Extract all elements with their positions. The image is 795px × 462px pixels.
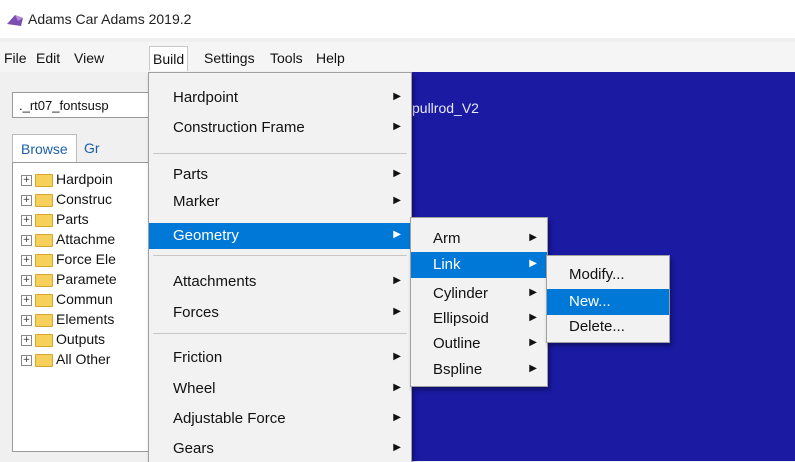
menu-bar: File Edit View Build Settings Tools Help [0, 42, 795, 72]
submenu-arrow-icon: ▶ [393, 168, 401, 179]
viewport-model-title: pullrod_V2 [412, 100, 479, 116]
geometry-item-cylinder[interactable]: Cylinder ▶ [411, 281, 547, 307]
expand-icon[interactable]: + [21, 174, 32, 186]
folder-icon [35, 173, 53, 187]
submenu-arrow-icon: ▶ [393, 351, 401, 362]
link-item-modify[interactable]: Modify... [547, 262, 669, 288]
geometry-item-arm[interactable]: Arm ▶ [411, 226, 547, 252]
expand-icon[interactable]: + [21, 354, 32, 366]
menu-separator [153, 255, 407, 256]
tree-item-parts[interactable]: + Parts [21, 211, 89, 231]
submenu-arrow-icon: ▶ [529, 258, 537, 269]
folder-icon [35, 193, 53, 207]
build-menu: Hardpoint ▶ Construction Frame ▶ Parts ▶ Ma… [148, 72, 412, 462]
build-menu-item-geometry[interactable]: Geometry ▶ [149, 223, 411, 249]
submenu-arrow-icon: ▶ [529, 363, 537, 374]
left-panel: ._rt07_fontsusp Browse Gr + Hardpoin + Con… [0, 72, 162, 461]
tree-item-parameters[interactable]: + Paramete [21, 271, 117, 291]
expand-icon[interactable]: + [21, 254, 32, 266]
expand-icon[interactable]: + [21, 314, 32, 326]
geometry-item-link[interactable]: Link ▶ [411, 252, 547, 278]
submenu-arrow-icon: ▶ [393, 91, 401, 102]
build-menu-item-adjustable-force[interactable]: Adjustable Force ▶ [149, 406, 411, 432]
folder-icon [35, 353, 53, 367]
tree-item-communicators[interactable]: + Commun [21, 291, 113, 311]
expand-icon[interactable]: + [21, 274, 32, 286]
submenu-arrow-icon: ▶ [393, 121, 401, 132]
submenu-arrow-icon: ▶ [529, 337, 537, 348]
tree-item-outputs[interactable]: + Outputs [21, 331, 105, 351]
folder-icon [35, 313, 53, 327]
menu-edit[interactable]: Edit [34, 50, 62, 66]
submenu-arrow-icon: ▶ [529, 287, 537, 298]
menu-separator [153, 333, 407, 334]
build-menu-item-marker[interactable]: Marker ▶ [149, 189, 411, 215]
menu-file[interactable]: File [2, 50, 29, 66]
build-menu-item-friction[interactable]: Friction ▶ [149, 345, 411, 371]
menu-separator [153, 153, 407, 154]
build-menu-item-forces[interactable]: Forces ▶ [149, 300, 411, 326]
submenu-arrow-icon: ▶ [393, 306, 401, 317]
browser-tabs: Browse Gr [12, 134, 162, 163]
window-title: Adams Car Adams 2019.2 [28, 11, 192, 27]
submenu-arrow-icon: ▶ [529, 312, 537, 323]
tab-browse[interactable]: Browse [12, 134, 77, 163]
tab-gr[interactable]: Gr [76, 134, 108, 162]
submenu-arrow-icon: ▶ [393, 382, 401, 393]
title-bar: Adams Car Adams 2019.2 [0, 0, 795, 38]
expand-icon[interactable]: + [21, 194, 32, 206]
tree-item-construction[interactable]: + Construc [21, 191, 112, 211]
menu-help[interactable]: Help [314, 50, 347, 66]
build-menu-item-gears[interactable]: Gears ▶ [149, 436, 411, 462]
model-name-field[interactable]: ._rt07_fontsusp [12, 92, 152, 118]
menu-view[interactable]: View [72, 50, 106, 66]
geometry-submenu: Arm ▶ Link ▶ Cylinder ▶ Ellipsoid ▶ Outline ▶… [410, 217, 548, 387]
link-item-new[interactable]: New... [547, 289, 669, 315]
model-tree: + Hardpoin + Construc + Parts + Attachme + Fo… [12, 162, 162, 452]
menu-tools[interactable]: Tools [268, 50, 305, 66]
tree-item-attachments[interactable]: + Attachme [21, 231, 115, 251]
build-menu-item-construction-frame[interactable]: Construction Frame ▶ [149, 115, 411, 141]
expand-icon[interactable]: + [21, 234, 32, 246]
submenu-arrow-icon: ▶ [529, 232, 537, 243]
submenu-arrow-icon: ▶ [393, 275, 401, 286]
folder-icon [35, 333, 53, 347]
adams-car-icon [7, 15, 23, 26]
submenu-arrow-icon: ▶ [393, 442, 401, 453]
menu-settings[interactable]: Settings [202, 50, 257, 66]
submenu-arrow-icon: ▶ [393, 412, 401, 423]
folder-icon [35, 253, 53, 267]
tree-item-hardpoints[interactable]: + Hardpoin [21, 171, 113, 191]
menu-build[interactable]: Build [149, 46, 189, 71]
geometry-item-bspline[interactable]: Bspline ▶ [411, 357, 547, 383]
folder-icon [35, 233, 53, 247]
build-menu-item-hardpoint[interactable]: Hardpoint ▶ [149, 85, 411, 111]
expand-icon[interactable]: + [21, 294, 32, 306]
build-menu-item-wheel[interactable]: Wheel ▶ [149, 376, 411, 402]
tree-item-all-other[interactable]: + All Other [21, 351, 110, 371]
geometry-item-ellipsoid[interactable]: Ellipsoid ▶ [411, 306, 547, 332]
link-item-delete[interactable]: Delete... [547, 314, 669, 340]
geometry-item-outline[interactable]: Outline ▶ [411, 331, 547, 357]
submenu-arrow-icon: ▶ [393, 229, 401, 240]
submenu-arrow-icon: ▶ [393, 195, 401, 206]
folder-icon [35, 273, 53, 287]
tree-item-elements[interactable]: + Elements [21, 311, 114, 331]
expand-icon[interactable]: + [21, 334, 32, 346]
build-menu-item-attachments[interactable]: Attachments ▶ [149, 269, 411, 295]
tree-item-force-elements[interactable]: + Force Ele [21, 251, 116, 271]
folder-icon [35, 213, 53, 227]
build-menu-item-parts[interactable]: Parts ▶ [149, 162, 411, 188]
link-submenu: Modify... New... Delete... [546, 255, 670, 343]
folder-icon [35, 293, 53, 307]
expand-icon[interactable]: + [21, 214, 32, 226]
